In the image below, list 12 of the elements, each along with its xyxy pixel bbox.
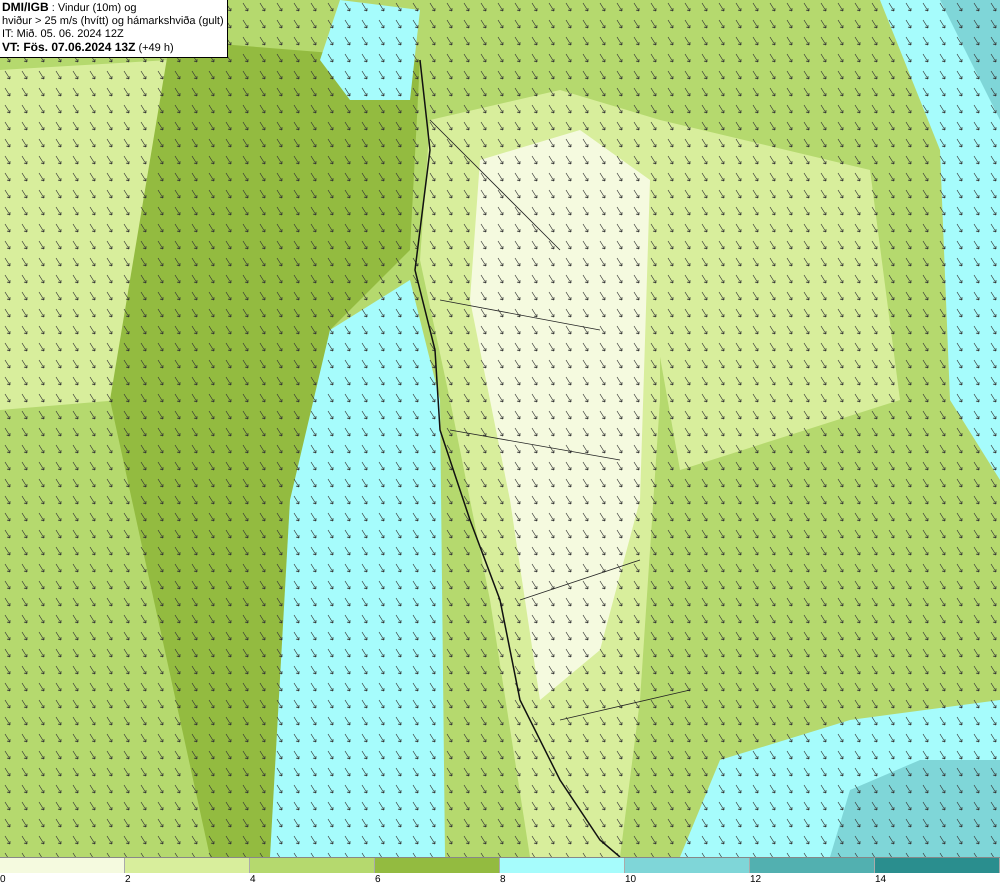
- legend-label: 14: [875, 874, 886, 885]
- info-text: VT: Fös. 07.06.2024 13Z (+49 h): [2, 41, 175, 55]
- legend-label: 8: [500, 874, 506, 885]
- legend-label: 0: [0, 874, 6, 885]
- info-text: hviður > 25 m/s (hvítt) og hámarkshviða (gult): [2, 15, 224, 28]
- legend-label: 4: [250, 874, 256, 885]
- legend-label: 10: [625, 874, 636, 885]
- info-text: IT: Mið. 05. 06. 2024 12Z: [2, 28, 125, 41]
- legend-label: 12: [750, 874, 762, 885]
- info-text: DMI/IGB : Vindur (10m) og: [2, 1, 138, 15]
- legend-label: 2: [125, 874, 131, 885]
- legend-label: 6: [375, 874, 381, 885]
